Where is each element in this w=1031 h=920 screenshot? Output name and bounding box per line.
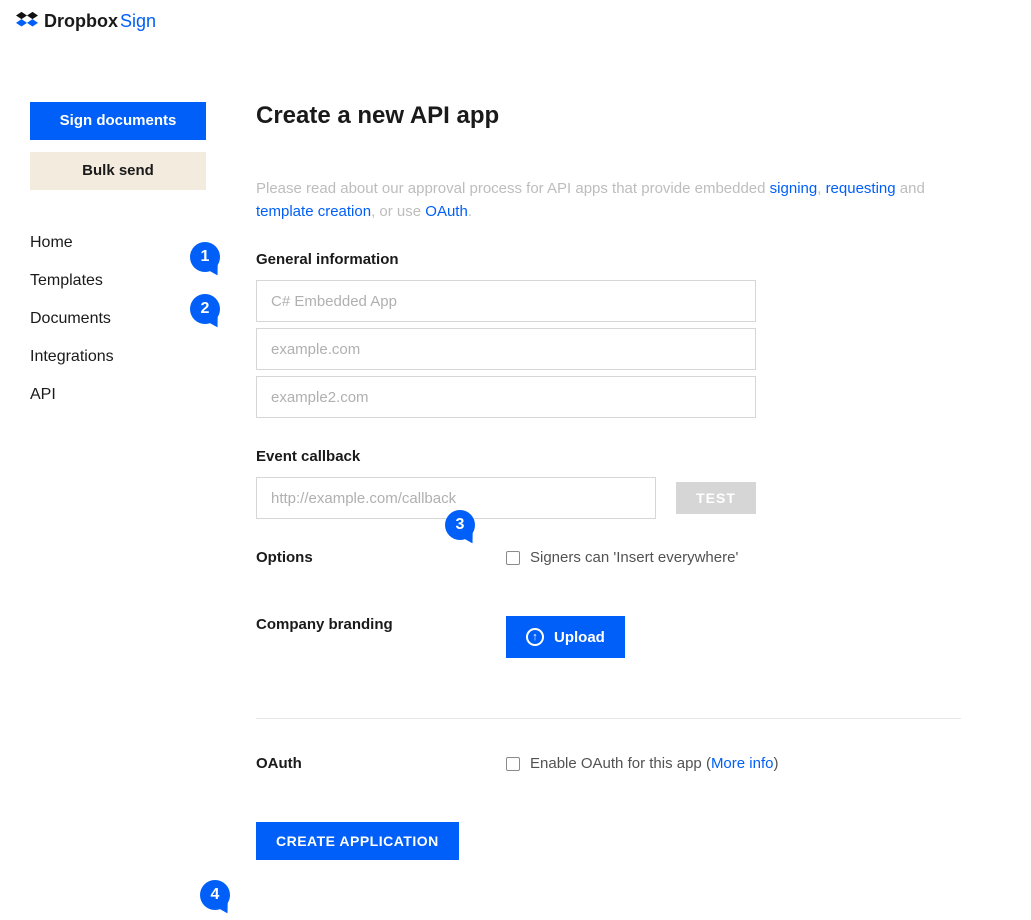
company-branding-label: Company branding (256, 616, 506, 633)
signing-link[interactable]: signing (770, 180, 818, 197)
domain-2-input[interactable] (256, 376, 756, 418)
insert-everywhere-label: Signers can 'Insert everywhere' (530, 549, 738, 566)
main-content: 1 2 3 4 Create a new API app Please read… (220, 42, 1021, 860)
template-creation-link[interactable]: template creation (256, 203, 371, 220)
oauth-link[interactable]: OAuth (425, 203, 468, 220)
enable-oauth-checkbox[interactable] (506, 757, 520, 771)
insert-everywhere-checkbox[interactable] (506, 551, 520, 565)
upload-branding-button[interactable]: ↑ Upload (506, 616, 625, 658)
divider (256, 718, 961, 719)
bulk-send-button[interactable]: Bulk send (30, 152, 206, 190)
general-information-label: General information (256, 251, 961, 268)
domain-1-input[interactable] (256, 328, 756, 370)
app-name-input[interactable] (256, 280, 756, 322)
app-header: DropboxSign (0, 0, 1031, 42)
options-label: Options (256, 549, 506, 566)
logo[interactable]: DropboxSign (16, 10, 156, 32)
requesting-link[interactable]: requesting (826, 180, 896, 197)
annotation-badge-3: 3 (445, 510, 475, 540)
event-callback-label: Event callback (256, 448, 961, 465)
sign-documents-button[interactable]: Sign documents (30, 102, 206, 140)
create-application-button[interactable]: CREATE APPLICATION (256, 822, 459, 860)
oauth-more-info-link[interactable]: More info (711, 755, 774, 772)
test-callback-button[interactable]: TEST (676, 482, 756, 514)
upload-icon: ↑ (526, 628, 544, 646)
sidebar-item-integrations[interactable]: Integrations (30, 338, 220, 376)
annotation-badge-4: 4 (200, 880, 230, 910)
sidebar-item-templates[interactable]: Templates (30, 262, 220, 300)
logo-text: DropboxSign (44, 11, 156, 32)
enable-oauth-label: Enable OAuth for this app (More info) (530, 755, 778, 772)
page-title: Create a new API app (256, 102, 961, 130)
intro-text: Please read about our approval process f… (256, 178, 961, 223)
annotation-badge-2: 2 (190, 294, 220, 324)
sidebar: Sign documents Bulk send Home Templates … (10, 42, 220, 860)
oauth-label: OAuth (256, 755, 506, 772)
dropbox-sign-logo-icon (16, 10, 38, 32)
sidebar-item-api[interactable]: API (30, 376, 220, 414)
annotation-badge-1: 1 (190, 242, 220, 272)
